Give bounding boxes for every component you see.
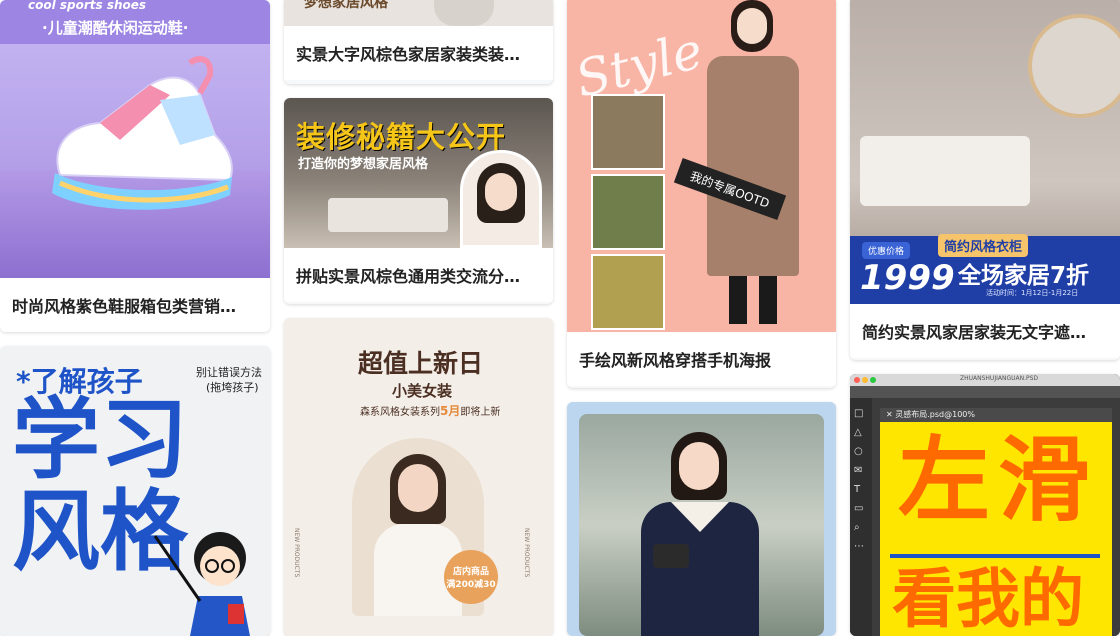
close-dot-icon (854, 377, 860, 383)
thumbnail-portrait (567, 402, 836, 636)
arrivals-line: 森系风格女装系列5月即将上新 (360, 404, 501, 418)
maximize-dot-icon (870, 377, 876, 383)
template-card-editor[interactable]: ZHUANSHUJIANGUAN.PSD □ △ ○ ✉ T ▭ ⌕ ⋯ ✕ 灵感布局.psd… (850, 374, 1120, 636)
card-title[interactable]: 实景大字风棕色家居家装类装… (284, 26, 553, 80)
arrivals-badge: 店内商品 满200减30 (444, 550, 498, 604)
window-title: ZHUANSHUJIANGUAN.PSD (960, 375, 1039, 382)
card-title[interactable]: 简约实景风家居家装无文字遮… (850, 304, 1120, 358)
canvas: 左 滑 看我的 (880, 422, 1112, 636)
template-card-learning[interactable]: *了解孩子 别让错误方法 (拖垮孩子) 学习 风格 (0, 346, 270, 636)
options-bar (850, 386, 1120, 398)
slogan: 全场家居7折 (958, 263, 1090, 289)
card-title[interactable]: 手绘风新风格穿搭手机海报 (567, 332, 836, 386)
photo-frame (579, 414, 824, 636)
home-thumb-text: 梦想家居风格 (304, 0, 388, 11)
learning-side-note-1: 别让错误方法 (196, 366, 262, 379)
woman-portrait (460, 150, 542, 248)
template-card-new-arrivals[interactable]: 超值上新日 小美女装 森系风格女装系列5月即将上新 NEW PRODUCTS N… (284, 318, 553, 636)
thumbnail-bedroom: 优惠价格 1999 简约风格衣柜 全场家居7折 活动时间：1月12日-1月22日 (850, 0, 1120, 304)
template-card-bedroom[interactable]: 优惠价格 1999 简约风格衣柜 全场家居7折 活动时间：1月12日-1月22日… (850, 0, 1120, 360)
arrivals-side-left: NEW PRODUCTS (293, 528, 300, 578)
canvas-big-1: 左 (898, 427, 991, 534)
bed (860, 136, 1030, 206)
template-card-ootd[interactable]: Style 我的专属OOTD 手绘风新风格穿搭手机海报 (567, 0, 836, 388)
arrivals-subtitle: 小美女装 (392, 382, 453, 400)
canvas-divider (890, 554, 1100, 558)
round-mirror (1028, 14, 1120, 118)
home-thumb-person (434, 0, 494, 26)
arrivals-title: 超值上新日 (358, 349, 484, 378)
template-card-decor-secrets[interactable]: 装修秘籍大公开 打造你的梦想家居风格 拼贴实景风棕色通用类交流分… (284, 98, 553, 304)
thumbnail-new-arrivals: 超值上新日 小美女装 森系风格女装系列5月即将上新 NEW PRODUCTS N… (284, 318, 553, 636)
arrivals-side-right: NEW PRODUCTS (523, 528, 530, 578)
price-tag: 优惠价格 (862, 242, 911, 259)
template-card-home-text[interactable]: 梦想家居风格 实景大字风棕色家居家装类装… (284, 0, 553, 84)
photo-thumb-2 (591, 174, 665, 250)
sneaker-image (52, 56, 233, 210)
thumbnail-decor-secrets: 装修秘籍大公开 打造你的梦想家居风格 (284, 98, 553, 248)
model-figure (697, 0, 807, 332)
learning-big-1: 学习 (12, 388, 189, 491)
card-title[interactable]: 拼贴实景风棕色通用类交流分… (284, 248, 553, 302)
thumbnail-learning: *了解孩子 别让错误方法 (拖垮孩子) 学习 风格 (0, 346, 270, 636)
product-name: 简约风格衣柜 (938, 234, 1029, 257)
event-time: 活动时间：1月12日-1月22日 (986, 289, 1079, 297)
tool-icons: □ △ ○ ✉ T ▭ ⌕ ⋯ (854, 408, 864, 552)
learning-side-note-2: (拖垮孩子) (206, 381, 259, 394)
thumbnail-editor: ZHUANSHUJIANGUAN.PSD □ △ ○ ✉ T ▭ ⌕ ⋯ ✕ 灵感布局.psd… (850, 374, 1120, 636)
minimize-dot-icon (862, 377, 868, 383)
photo-thumb-3 (591, 254, 665, 330)
template-card-sneaker[interactable]: cool sports shoes ·儿童潮酷休闲运动鞋· 时尚风格紫色鞋服箱包… (0, 0, 270, 332)
price: 1999 (860, 258, 955, 298)
photo-thumb-1 (591, 94, 665, 170)
decor-subtitle: 打造你的梦想家居风格 (298, 157, 429, 172)
header-chinese: ·儿童潮酷休闲运动鞋· (42, 19, 189, 37)
canvas-big-3: 看我的 (892, 563, 1084, 636)
bed-shape (328, 198, 448, 232)
canvas-big-2: 滑 (998, 427, 1091, 534)
teacher-illustration (153, 532, 250, 636)
header-english: cool sports shoes (28, 0, 147, 12)
thumbnail-home-text: 梦想家居风格 (284, 0, 553, 26)
thumbnail-ootd: Style 我的专属OOTD (567, 0, 836, 332)
document-tab: ✕ 灵感布局.psd@100% (880, 408, 1112, 422)
template-card-portrait[interactable] (567, 402, 836, 636)
decor-title: 装修秘籍大公开 (296, 120, 507, 154)
editor-titlebar: ZHUANSHUJIANGUAN.PSD (850, 374, 1120, 386)
arrivals-month: 5月 (440, 404, 461, 418)
card-title[interactable]: 时尚风格紫色鞋服箱包类营销… (0, 278, 270, 332)
thumbnail-sneaker: cool sports shoes ·儿童潮酷休闲运动鞋· (0, 0, 270, 278)
